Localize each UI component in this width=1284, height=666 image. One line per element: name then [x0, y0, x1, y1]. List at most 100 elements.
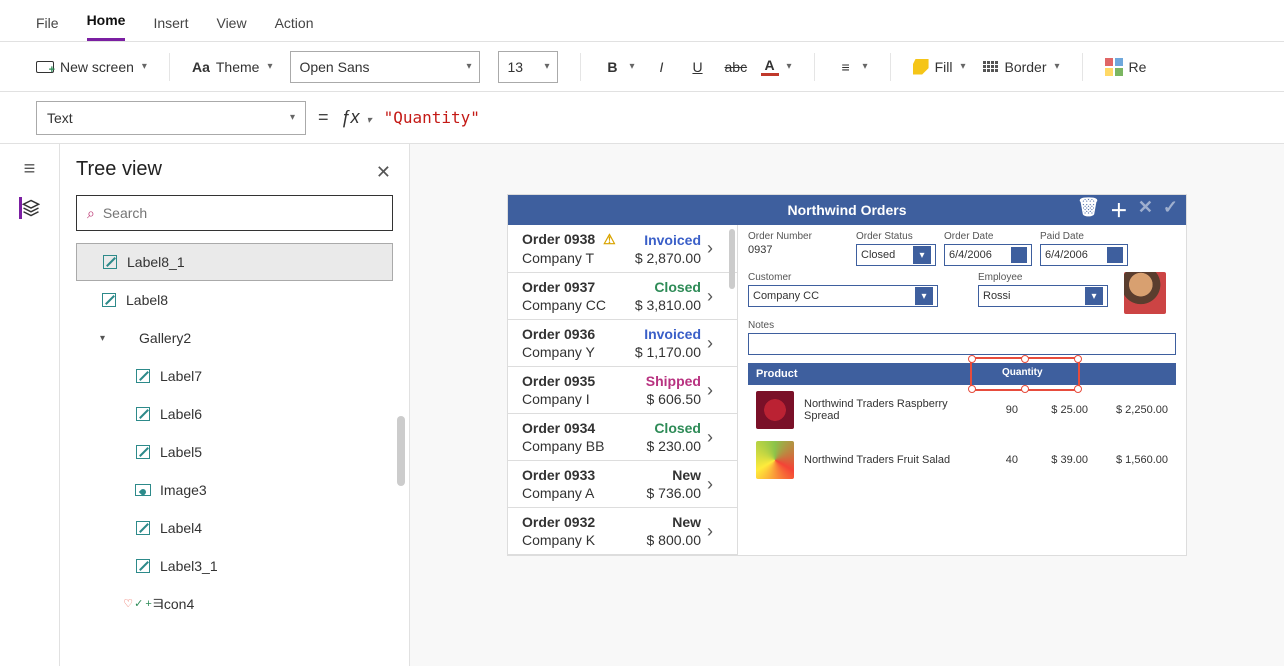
check-icon[interactable]: ✓ — [1163, 197, 1178, 223]
notes-input[interactable] — [748, 333, 1176, 355]
label-icon — [134, 443, 152, 461]
label-icon — [134, 557, 152, 575]
order-amount: $ 1,170.00 — [635, 344, 701, 360]
quantity-label-selection[interactable]: Quantity — [970, 357, 1080, 391]
product-total: $ 2,250.00 — [1098, 404, 1168, 416]
tree-item-Label7[interactable]: Label7 — [76, 357, 393, 395]
employee-select[interactable]: Rossi▾ — [978, 285, 1108, 307]
calendar-icon — [1011, 247, 1027, 263]
customer-select[interactable]: Company CC▾ — [748, 285, 938, 307]
separator — [814, 53, 815, 81]
order-company: Company A — [522, 485, 641, 501]
tree-item-Label8_1[interactable]: Label8_1 — [76, 243, 393, 281]
label-icon — [134, 405, 152, 423]
align-button[interactable]: ≡▾ — [837, 59, 868, 75]
font-color-icon: A — [761, 57, 779, 76]
trash-icon[interactable]: 🗑 — [1077, 197, 1100, 223]
calendar-icon — [1107, 247, 1123, 263]
order-row[interactable]: Order 0936Invoiced›Company Y$ 1,170.00 — [508, 320, 737, 367]
align-icon: ≡ — [837, 59, 855, 75]
product-row[interactable]: Northwind Traders Fruit Salad40$ 39.00$ … — [748, 435, 1176, 485]
menu-view[interactable]: View — [216, 15, 246, 41]
chevron-right-icon: › — [707, 238, 723, 259]
order-row[interactable]: Order 0937Closed›Company CC$ 3,810.00 — [508, 273, 737, 320]
border-icon — [983, 61, 998, 72]
order-status-label: Order Status — [856, 231, 936, 242]
menu-home[interactable]: Home — [87, 12, 126, 41]
reorder-label: Re — [1129, 59, 1147, 75]
plus-icon[interactable]: ＋ — [1110, 197, 1128, 223]
font-color-button[interactable]: A▾ — [761, 57, 792, 76]
canvas-area[interactable]: Northwind Orders 🗑 ＋ ✕ ✓ Order 0938 ⚠Inv… — [410, 144, 1284, 666]
product-header: Product Quantity — [748, 363, 1176, 385]
tree-item-Label5[interactable]: Label5 — [76, 433, 393, 471]
order-number: Order 0935 — [522, 373, 640, 389]
order-status: Shipped — [646, 373, 701, 389]
order-row[interactable]: Order 0935Shipped›Company I$ 606.50 — [508, 367, 737, 414]
strike-icon: abc — [725, 59, 743, 75]
theme-button[interactable]: Aa Theme ▾ — [192, 59, 273, 75]
separator — [1082, 53, 1083, 81]
tree-item-Gallery2[interactable]: ▾Gallery2 — [76, 319, 393, 357]
tree-item-Label8[interactable]: Label8 — [76, 281, 393, 319]
canvas-app: Northwind Orders 🗑 ＋ ✕ ✓ Order 0938 ⚠Inv… — [507, 194, 1187, 556]
employee-label: Employee — [978, 272, 1108, 283]
strike-button[interactable]: abc — [725, 59, 743, 75]
tree-search-input[interactable] — [103, 205, 382, 221]
paid-date-input[interactable]: 6/4/2006 — [1040, 244, 1128, 266]
font-select[interactable]: Open Sans ▾ — [290, 51, 480, 83]
tree-item-Icon4[interactable]: ♡✓+☰Icon4 — [76, 585, 393, 623]
order-date-input[interactable]: 6/4/2006 — [944, 244, 1032, 266]
orders-list[interactable]: Order 0938 ⚠Invoiced›Company T$ 2,870.00… — [508, 225, 738, 555]
chevron-right-icon: › — [707, 333, 723, 354]
menu-file[interactable]: File — [36, 15, 59, 41]
tree-item-Label6[interactable]: Label6 — [76, 395, 393, 433]
order-row[interactable]: Order 0933New›Company A$ 736.00 — [508, 461, 737, 508]
close-icon[interactable]: ✕ — [376, 162, 391, 183]
order-row[interactable]: Order 0934Closed›Company BB$ 230.00 — [508, 414, 737, 461]
separator — [890, 53, 891, 81]
product-image — [756, 441, 794, 479]
tree-item-Image3[interactable]: Image3 — [76, 471, 393, 509]
order-row[interactable]: Order 0932New›Company K$ 800.00 — [508, 508, 737, 555]
new-screen-button[interactable]: New screen ▾ — [36, 59, 147, 75]
customer-label: Customer — [748, 272, 938, 283]
italic-button[interactable]: I — [653, 59, 671, 75]
font-size-value: 13 — [507, 59, 542, 75]
orders-scrollbar[interactable] — [729, 229, 735, 289]
underline-button[interactable]: U — [689, 59, 707, 75]
border-button[interactable]: Border▾ — [983, 59, 1059, 75]
tree-search[interactable]: ⌕ — [76, 195, 393, 231]
chevron-right-icon: › — [707, 380, 723, 401]
chevron-down-icon: ▾ — [915, 287, 933, 305]
paid-date-label: Paid Date — [1040, 231, 1128, 242]
close-icon[interactable]: ✕ — [1138, 197, 1153, 223]
tree-item-label: Label5 — [160, 444, 202, 460]
tree-view-panel: Tree view ✕ ⌕ Label8_1Label8▾Gallery2Lab… — [60, 144, 410, 666]
menu-insert[interactable]: Insert — [153, 15, 188, 41]
font-size-select[interactable]: 13 ▾ — [498, 51, 558, 83]
fill-button[interactable]: Fill▾ — [913, 59, 966, 75]
order-status-select[interactable]: Closed▾ — [856, 244, 936, 266]
tree-item-Label3_1[interactable]: Label3_1 — [76, 547, 393, 585]
tree-view-rail-icon[interactable] — [19, 197, 41, 219]
tree-item-Label4[interactable]: Label4 — [76, 509, 393, 547]
property-select[interactable]: Text ▾ — [36, 101, 306, 135]
order-number-label: Order Number — [748, 231, 848, 242]
hamburger-icon[interactable]: ≡ — [24, 158, 36, 181]
order-detail: Order Number 0937 Order Status Closed▾ O… — [738, 225, 1186, 555]
image-icon — [134, 481, 152, 499]
border-label: Border — [1004, 59, 1046, 75]
toolbar: New screen ▾ Aa Theme ▾ Open Sans ▾ 13 ▾… — [0, 42, 1284, 92]
fx-icon[interactable]: ƒx ▾ — [341, 107, 372, 128]
order-row[interactable]: Order 0938 ⚠Invoiced›Company T$ 2,870.00 — [508, 225, 737, 273]
product-header-label: Product — [756, 368, 798, 380]
tree-scrollbar[interactable] — [397, 416, 405, 486]
order-company: Company Y — [522, 344, 629, 360]
product-row[interactable]: Northwind Traders Raspberry Spread90$ 25… — [748, 385, 1176, 435]
formula-input[interactable]: "Quantity" — [384, 108, 480, 127]
order-company: Company I — [522, 391, 640, 407]
bold-button[interactable]: B▾ — [603, 59, 634, 75]
menu-action[interactable]: Action — [275, 15, 314, 41]
reorder-button[interactable]: Re — [1105, 58, 1147, 76]
